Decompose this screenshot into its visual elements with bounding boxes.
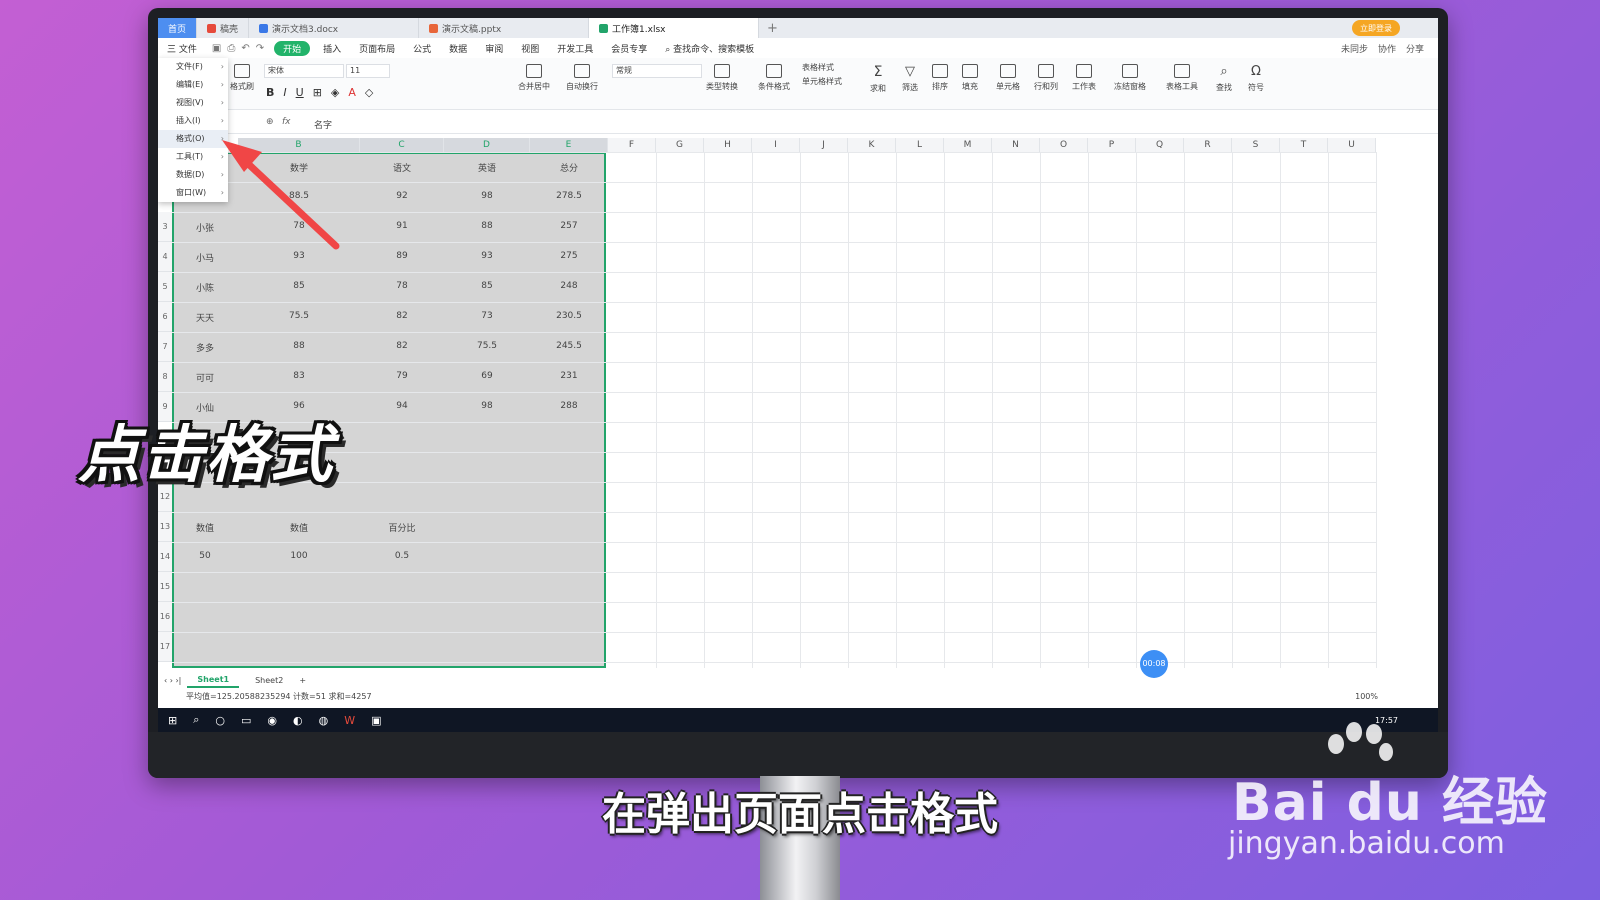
- baidu-watermark-url: jingyan.baidu.com: [1228, 826, 1505, 861]
- overlay-caption-large: 点击格式: [78, 418, 335, 491]
- baidu-watermark-logo: Bai du 经验: [1232, 773, 1548, 833]
- arrow-shaft: [238, 154, 340, 250]
